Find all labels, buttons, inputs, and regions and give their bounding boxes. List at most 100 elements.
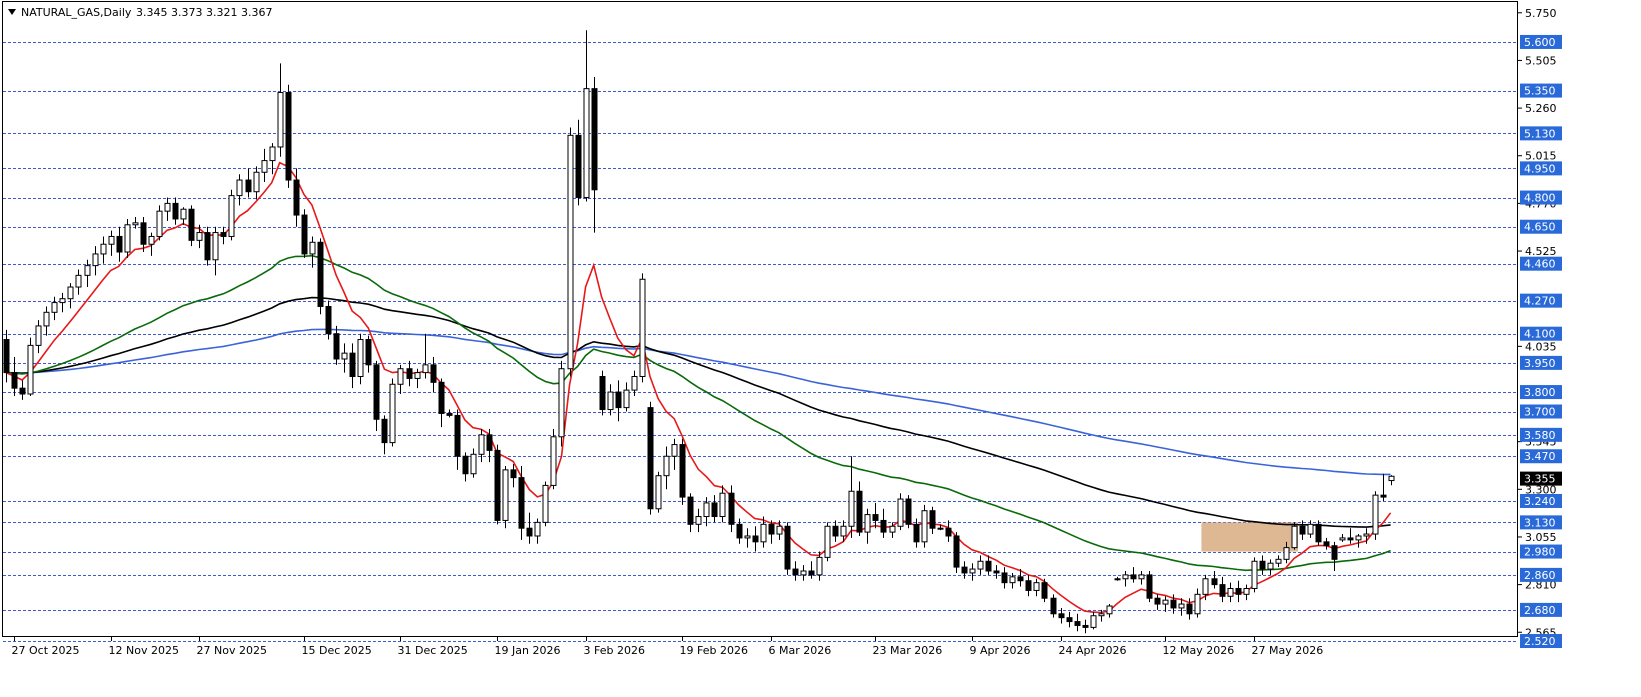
candle[interactable] (607, 384, 614, 416)
candle[interactable] (687, 493, 694, 533)
candle[interactable] (502, 465, 509, 529)
candle[interactable] (228, 189, 235, 241)
candle[interactable] (84, 259, 91, 288)
candle[interactable] (1315, 520, 1322, 546)
candle[interactable] (824, 522, 831, 562)
candle[interactable] (1138, 570, 1145, 585)
candle[interactable] (567, 127, 574, 377)
candle[interactable] (872, 502, 879, 529)
candle[interactable] (51, 296, 58, 321)
candle[interactable] (156, 205, 163, 241)
dropdown-arrow-icon[interactable] (8, 9, 16, 15)
candle[interactable] (744, 528, 751, 548)
candle[interactable] (285, 84, 292, 188)
candle[interactable] (711, 495, 718, 523)
candle[interactable] (679, 438, 686, 505)
candle[interactable] (414, 368, 421, 389)
candle[interactable] (148, 232, 155, 256)
candle[interactable] (1033, 578, 1040, 597)
candle[interactable] (1106, 604, 1113, 618)
candle[interactable] (446, 409, 453, 418)
candle[interactable] (808, 561, 815, 579)
candle[interactable] (357, 333, 364, 385)
candle[interactable] (591, 76, 598, 233)
candle[interactable] (1323, 537, 1330, 550)
candle[interactable] (180, 207, 187, 225)
candle[interactable] (462, 452, 469, 482)
candle[interactable] (647, 401, 654, 515)
candle[interactable] (1259, 555, 1266, 575)
candle[interactable] (35, 320, 42, 354)
candle[interactable] (1267, 559, 1274, 575)
candle[interactable] (1380, 473, 1387, 501)
candle[interactable] (993, 565, 1000, 579)
candle[interactable] (663, 446, 670, 490)
candle[interactable] (301, 209, 308, 258)
candle[interactable] (639, 273, 646, 383)
candle[interactable] (341, 343, 348, 373)
candle[interactable] (1001, 567, 1008, 589)
candle[interactable] (518, 465, 525, 540)
candle[interactable] (1025, 574, 1032, 597)
candle[interactable] (575, 119, 582, 206)
candle[interactable] (905, 495, 912, 529)
candle[interactable] (108, 230, 115, 256)
candle[interactable] (510, 464, 517, 488)
candle[interactable] (1299, 520, 1306, 540)
candle[interactable] (43, 306, 50, 336)
candle[interactable] (1074, 613, 1081, 632)
candle[interactable] (880, 508, 887, 538)
candle[interactable] (583, 30, 590, 202)
candle[interactable] (1050, 594, 1057, 618)
candle[interactable] (768, 520, 775, 544)
candle[interactable] (470, 448, 477, 478)
candle[interactable] (719, 485, 726, 523)
candle[interactable] (695, 508, 702, 533)
candle[interactable] (236, 174, 243, 206)
candle[interactable] (848, 456, 855, 538)
candle[interactable] (615, 380, 622, 422)
candle[interactable] (1227, 582, 1234, 603)
candle[interactable] (526, 512, 533, 544)
candle[interactable] (333, 325, 340, 365)
candle[interactable] (784, 522, 791, 575)
candle[interactable] (188, 205, 195, 247)
candle[interactable] (253, 166, 260, 200)
candle[interactable] (92, 246, 99, 276)
candle[interactable] (1090, 611, 1097, 630)
candle[interactable] (1194, 588, 1201, 618)
candle[interactable] (929, 506, 936, 535)
candle[interactable] (1082, 619, 1089, 634)
candle[interactable] (832, 520, 839, 542)
candle[interactable] (736, 518, 743, 544)
candle[interactable] (59, 292, 66, 313)
candle[interactable] (1388, 475, 1395, 486)
candle[interactable] (172, 197, 179, 225)
candle[interactable] (1146, 570, 1153, 603)
candle[interactable] (261, 148, 268, 182)
candle[interactable] (365, 335, 372, 373)
candle[interactable] (542, 481, 549, 527)
candle[interactable] (317, 238, 324, 315)
candle[interactable] (164, 197, 171, 221)
chart-area[interactable]: 5.7505.5055.2605.0154.7704.5254.0353.545… (0, 0, 1641, 693)
candle[interactable] (373, 360, 380, 431)
candle[interactable] (454, 409, 461, 470)
candle[interactable] (953, 532, 960, 573)
candle[interactable] (1307, 520, 1314, 538)
candle[interactable] (671, 438, 678, 470)
candle[interactable] (478, 429, 485, 463)
candle[interactable] (977, 555, 984, 575)
candle[interactable] (389, 378, 396, 447)
candle[interactable] (1114, 576, 1121, 581)
candle[interactable] (75, 269, 82, 295)
candle[interactable] (220, 226, 227, 245)
candle[interactable] (309, 236, 316, 268)
candle[interactable] (623, 382, 630, 412)
candle[interactable] (1066, 611, 1073, 628)
candle[interactable] (1347, 528, 1354, 544)
candle[interactable] (116, 226, 123, 262)
candle[interactable] (67, 283, 74, 309)
candle[interactable] (897, 493, 904, 531)
ma-blue-line[interactable] (5, 328, 1391, 476)
